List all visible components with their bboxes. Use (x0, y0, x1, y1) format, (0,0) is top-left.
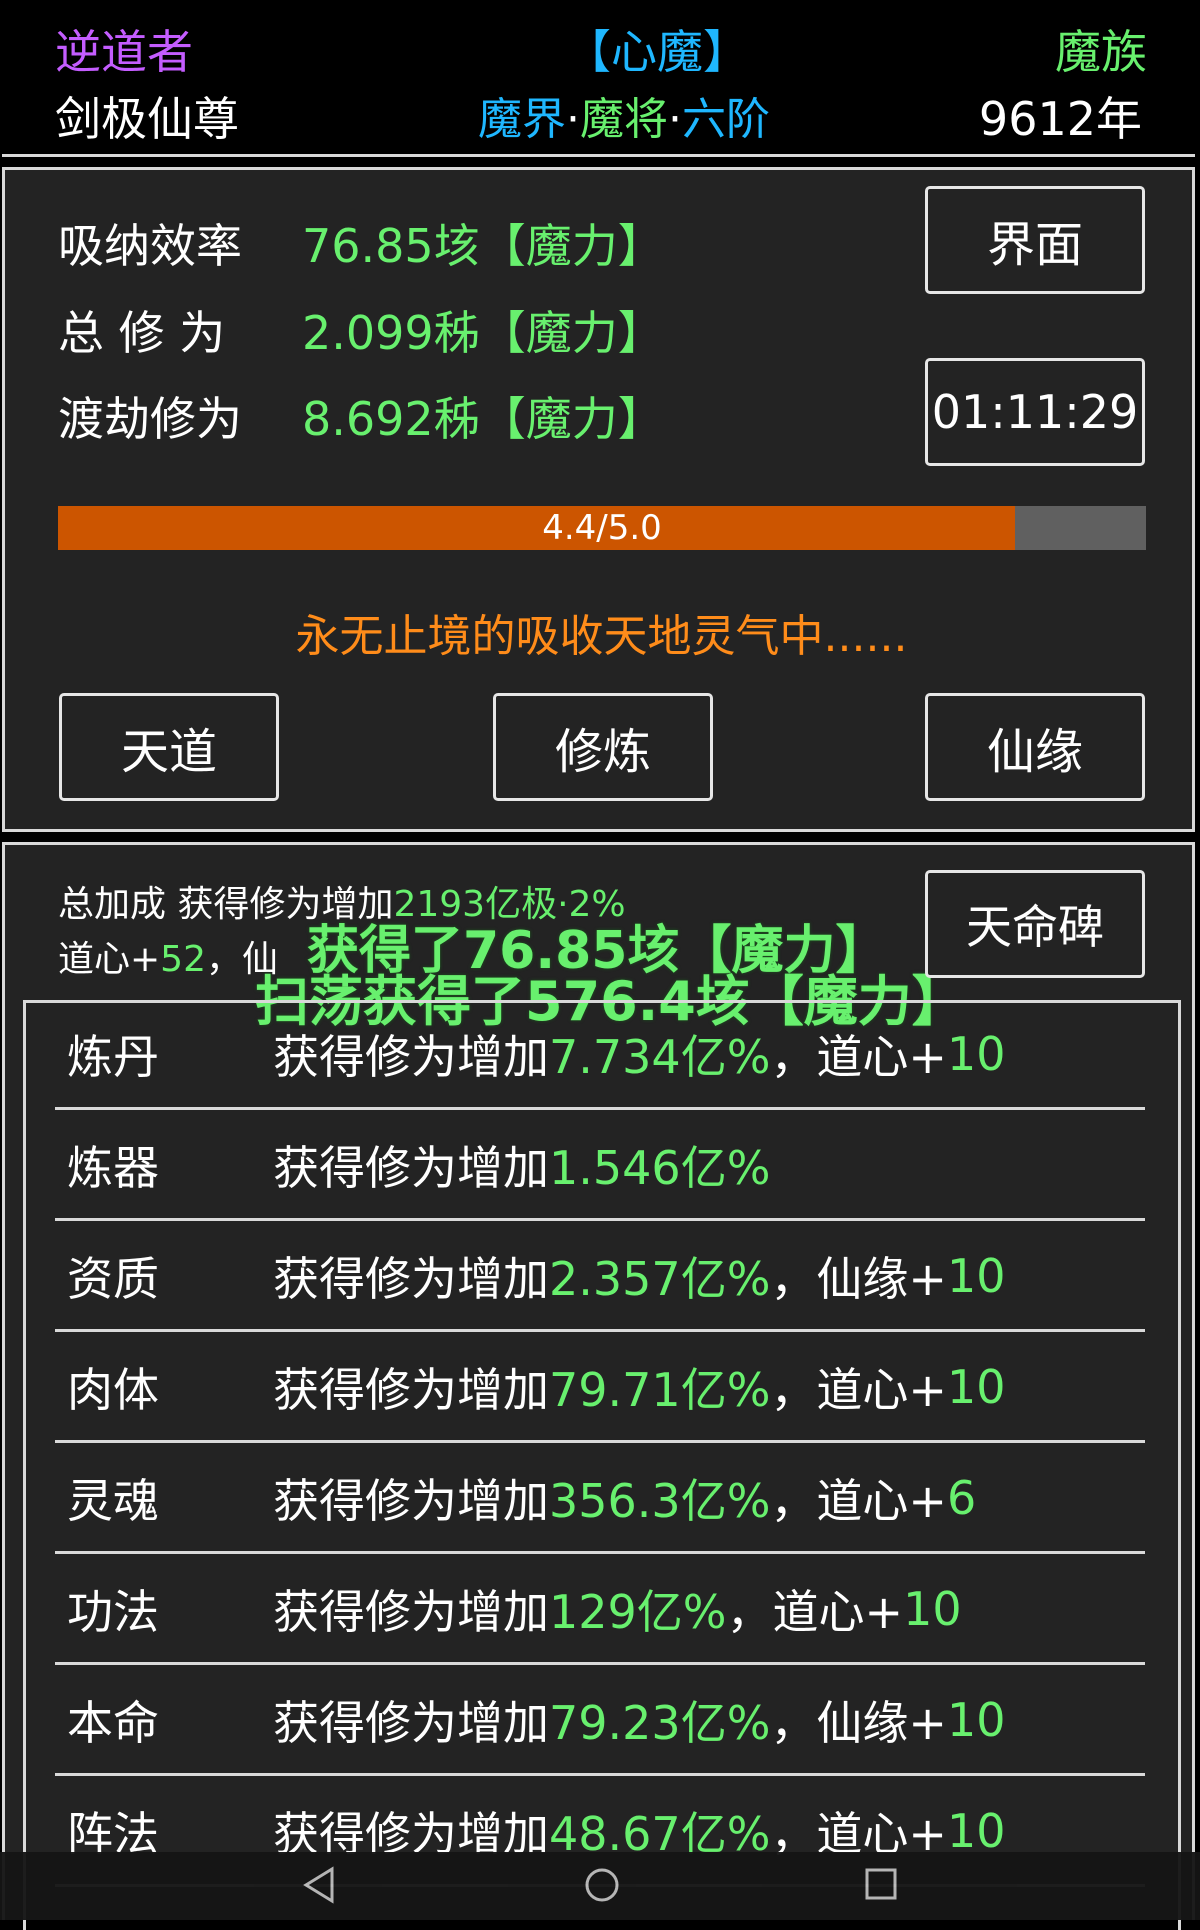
list-item: 炼丹 获得修为增加 7.734亿% ，道心+ 10 (55, 1000, 1145, 1110)
list-item-name: 灵魂 (67, 1473, 159, 1528)
header-divider (2, 154, 1195, 157)
fate-stele-button[interactable]: 天命碑 (925, 870, 1145, 978)
list-item-prefix: 获得修为增加 (273, 1251, 549, 1306)
age-label: 9612年 (978, 92, 1142, 146)
total-cultivation-value: 2.099秭【魔力】 (302, 306, 664, 360)
list-item-value: 79.23亿% (549, 1695, 771, 1750)
list-item: 肉体 获得修为增加 79.71亿% ，道心+ 10 (55, 1333, 1145, 1443)
list-item-suffix-label: ，道心+ (770, 1029, 947, 1084)
list-item-suffix-value: 10 (946, 1026, 1006, 1081)
dao-heart-value: 52 (160, 939, 206, 980)
list-item-suffix-value: 10 (946, 1803, 1006, 1858)
list-item-prefix: 获得修为增加 (273, 1584, 549, 1639)
list-item-value: 356.3亿% (549, 1473, 771, 1528)
list-item-prefix: 获得修为增加 (273, 1473, 549, 1528)
stats-panel: 吸纳效率 76.85垓【魔力】 总 修 为 2.099秭【魔力】 渡劫修为 8.… (2, 167, 1195, 832)
status-text: 永无止境的吸收天地灵气中...... (295, 611, 908, 662)
list-item-suffix-label: ，道心+ (770, 1362, 947, 1417)
list-item-value: 79.71亿% (549, 1362, 771, 1417)
system-nav-bar (0, 1852, 1200, 1920)
realm-part1: 魔界 (478, 94, 566, 145)
list-item-name: 肉体 (67, 1362, 159, 1417)
list-item: 功法 获得修为增加 129亿% ，道心+ 10 (55, 1555, 1145, 1665)
list-item: 灵魂 获得修为增加 356.3亿% ，道心+ 6 (55, 1444, 1145, 1554)
list-item-suffix-value: 10 (946, 1692, 1006, 1747)
list-item-suffix-label: ，仙缘+ (770, 1251, 947, 1306)
list-item-value: 7.734亿% (549, 1029, 771, 1084)
interface-button[interactable]: 界面 (925, 186, 1145, 294)
list-item-name: 本命 (67, 1695, 159, 1750)
dao-heart-label: 道心+ (58, 939, 161, 980)
list-item-suffix-value: 6 (946, 1470, 977, 1525)
realm-part2: 魔将 (580, 94, 668, 145)
list-item-value: 1.546亿% (549, 1140, 771, 1195)
title-center: 【心魔】 (565, 25, 749, 79)
list-item-name: 炼器 (67, 1140, 159, 1195)
list-item-name: 功法 (67, 1584, 159, 1639)
list-item: 炼器 获得修为增加 1.546亿% (55, 1111, 1145, 1221)
timer-display: 01:11:29 (925, 358, 1145, 466)
cultivate-button[interactable]: 修炼 (493, 693, 713, 801)
heaven-button[interactable]: 天道 (59, 693, 279, 801)
progress-text: 4.4/5.0 (542, 508, 662, 548)
title-right: 魔族 (1055, 25, 1147, 79)
home-circle-icon[interactable] (583, 1866, 621, 1904)
fate-button[interactable]: 仙缘 (925, 693, 1145, 801)
list-item-suffix-label: ，仙缘+ (770, 1695, 947, 1750)
list-item-prefix: 获得修为增加 (273, 1029, 549, 1084)
back-triangle-icon[interactable] (302, 1866, 336, 1904)
list-item-name: 资质 (67, 1251, 159, 1306)
absorb-value: 76.85垓【魔力】 (302, 219, 664, 273)
list-item-suffix-label: ，道心+ (770, 1473, 947, 1528)
realm-part3: 六阶 (682, 94, 770, 145)
list-item-prefix: 获得修为增加 (273, 1140, 549, 1195)
header-bar: 逆道者 【心魔】 魔族 剑极仙尊 魔界·魔将·六阶 9612年 (0, 0, 1200, 157)
list-item: 本命 获得修为增加 79.23亿% ，仙缘+ 10 (55, 1666, 1145, 1776)
dao-heart-line: 道心+52，仙 (58, 930, 278, 982)
recent-square-icon[interactable] (864, 1867, 898, 1901)
list-item: 资质 获得修为增加 2.357亿% ，仙缘+ 10 (55, 1222, 1145, 1332)
list-item-prefix: 获得修为增加 (273, 1695, 549, 1750)
absorb-label: 吸纳效率 (58, 219, 242, 273)
total-cultivation-label: 总 修 为 (58, 306, 226, 360)
list-item-value: 2.357亿% (549, 1251, 771, 1306)
progress-bar: 4.4/5.0 (58, 506, 1146, 550)
list-item-prefix: 获得修为增加 (273, 1362, 549, 1417)
title-left: 逆道者 (55, 25, 193, 79)
realm-dot: · (566, 94, 580, 145)
player-name: 剑极仙尊 (55, 92, 239, 146)
list-item-name: 炼丹 (67, 1029, 159, 1084)
tribulation-value: 8.692秭【魔力】 (302, 392, 664, 446)
list-item-suffix-value: 10 (946, 1359, 1006, 1414)
tribulation-label: 渡劫修为 (58, 392, 242, 446)
list-item-suffix-value: 10 (946, 1248, 1006, 1303)
list-item-suffix-value: 10 (903, 1581, 962, 1636)
list-item-value: 129亿% (549, 1584, 727, 1639)
list-item-suffix-label: ，道心+ (726, 1584, 904, 1639)
realm-label: 魔界·魔将·六阶 (478, 83, 770, 147)
realm-dot: · (668, 94, 682, 145)
